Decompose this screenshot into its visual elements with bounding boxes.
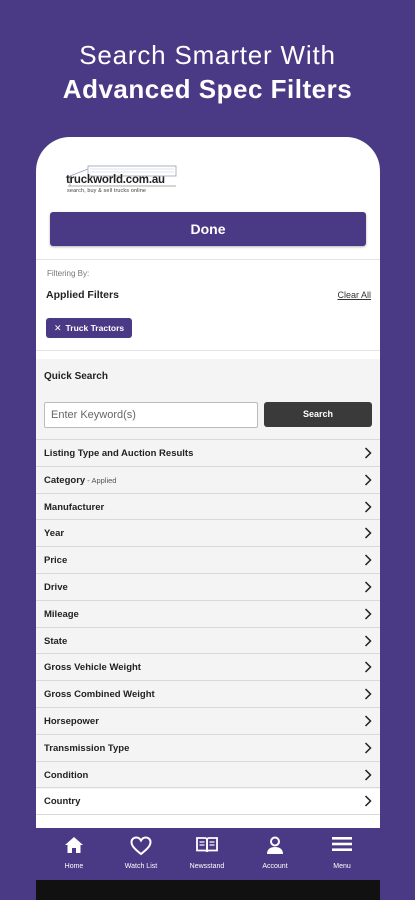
- filter-row-country[interactable]: Country: [36, 788, 380, 816]
- filter-label: Horsepower: [44, 715, 99, 727]
- filter-label: Transmission Type: [44, 742, 130, 754]
- filter-row-price[interactable]: Price: [36, 547, 380, 574]
- filter-label: Gross Combined Weight: [44, 689, 155, 701]
- filter-label: Price: [44, 555, 68, 567]
- chevron-right-icon: [364, 608, 372, 620]
- promo-line-1: Search Smarter With: [79, 40, 336, 70]
- nav-label: Menu: [333, 863, 351, 870]
- filter-row-manufacturer[interactable]: Manufacturer: [36, 494, 380, 521]
- filter-label: Mileage: [44, 608, 79, 620]
- chevron-right-icon: [364, 501, 372, 513]
- chevron-right-icon: [364, 715, 372, 727]
- filter-row-gross-vehicle-weight[interactable]: Gross Vehicle Weight: [36, 654, 380, 682]
- filter-label: Country: [44, 796, 81, 808]
- clear-all-link[interactable]: Clear All: [337, 290, 371, 300]
- chevron-right-icon: [364, 554, 372, 566]
- filter-row-mileage[interactable]: Mileage: [36, 601, 380, 628]
- filter-row-drive[interactable]: Drive: [36, 574, 380, 601]
- nav-label: Watch List: [124, 863, 158, 870]
- quick-search-section: Quick Search Search Listing Type and Auc…: [36, 359, 380, 816]
- nav-home[interactable]: Home: [44, 828, 104, 880]
- logo-text: truckworld.com.au: [66, 174, 165, 186]
- phone-screen: truckworld.com.au search, buy & sell tru…: [36, 137, 380, 900]
- hamburger-icon: [332, 837, 352, 851]
- nav-label: Account: [262, 863, 288, 870]
- home-icon: [65, 837, 83, 853]
- filter-row-condition[interactable]: Condition: [36, 762, 380, 789]
- filter-label: Category: [44, 474, 86, 486]
- person-icon: [267, 836, 283, 854]
- heart-icon: [130, 836, 152, 856]
- bottom-navigation: Home Watch List Newsstand Account Menu: [36, 828, 380, 880]
- nav-label: Newsstand: [189, 863, 225, 870]
- nav-menu[interactable]: Menu: [312, 828, 372, 880]
- filter-row-horsepower[interactable]: Horsepower: [36, 708, 380, 735]
- quick-search-title: Quick Search: [44, 371, 108, 382]
- filter-label: Gross Vehicle Weight: [44, 662, 141, 674]
- system-home-bar: [36, 880, 380, 900]
- filter-label: Manufacturer: [44, 501, 105, 513]
- chevron-right-icon: [364, 795, 372, 807]
- filter-row-gross-combined-weight[interactable]: Gross Combined Weight: [36, 681, 380, 708]
- nav-newsstand[interactable]: Newsstand: [177, 828, 237, 880]
- filter-label: Drive: [44, 581, 68, 593]
- done-button[interactable]: Done: [50, 212, 366, 246]
- chevron-right-icon: [364, 742, 372, 754]
- filter-list: Listing Type and Auction Results Categor…: [36, 439, 380, 816]
- chevron-right-icon: [364, 769, 372, 781]
- search-button[interactable]: Search: [264, 402, 372, 427]
- chevron-right-icon: [364, 635, 372, 647]
- filter-label: Year: [44, 528, 65, 540]
- promo-header: Search Smarter With Advanced Spec Filter…: [0, 38, 415, 106]
- filter-chip-truck-tractors[interactable]: ✕ Truck Tractors: [46, 318, 133, 338]
- filter-row-year[interactable]: Year: [36, 520, 380, 548]
- nav-watch-list[interactable]: Watch List: [111, 828, 171, 880]
- filter-label: State: [44, 635, 68, 647]
- chevron-right-icon: [364, 581, 372, 593]
- logo-tagline: search, buy & sell trucks online: [67, 188, 147, 194]
- filter-row-listing-type[interactable]: Listing Type and Auction Results: [36, 440, 380, 467]
- chevron-right-icon: [364, 474, 372, 486]
- filter-row-category[interactable]: Category - Applied: [36, 467, 380, 494]
- filter-row-transmission-type[interactable]: Transmission Type: [36, 735, 380, 762]
- chevron-right-icon: [364, 527, 372, 539]
- chevron-right-icon: [364, 661, 372, 673]
- site-logo[interactable]: truckworld.com.au search, buy & sell tru…: [66, 165, 177, 199]
- filter-label: Listing Type and Auction Results: [44, 448, 194, 459]
- filter-chip-label: Truck Tractors: [65, 323, 125, 333]
- promo-line-2: Advanced Spec Filters: [62, 74, 353, 104]
- applied-filters-section: Filtering By: Applied Filters Clear All …: [36, 259, 380, 351]
- filter-applied-note: - Applied: [85, 475, 117, 485]
- nav-account[interactable]: Account: [245, 828, 305, 880]
- close-icon[interactable]: ✕: [54, 323, 62, 333]
- keyword-search-input[interactable]: [44, 402, 258, 428]
- nav-label: Home: [64, 863, 84, 870]
- applied-filters-title: Applied Filters: [46, 289, 119, 301]
- book-icon: [196, 837, 218, 853]
- filtering-by-label: Filtering By:: [47, 269, 90, 278]
- filter-label: Condition: [44, 769, 89, 781]
- chevron-right-icon: [364, 688, 372, 700]
- filter-row-state[interactable]: State: [36, 628, 380, 655]
- chevron-right-icon: [364, 447, 372, 459]
